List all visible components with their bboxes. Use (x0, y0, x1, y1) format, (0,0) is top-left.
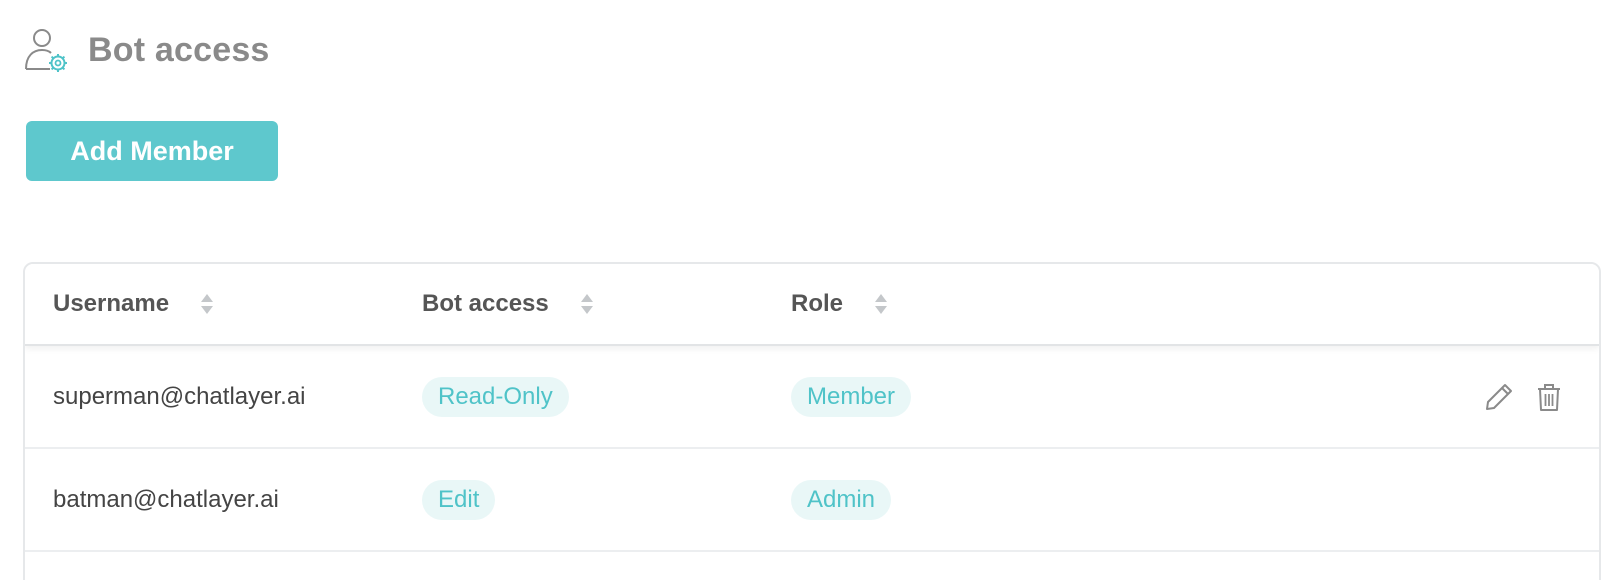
role-badge: Admin (791, 479, 892, 520)
column-label: Role (791, 290, 844, 317)
members-table: Username Bot access Role superman@chatla… (23, 262, 1601, 580)
sort-icon[interactable] (580, 294, 593, 314)
username-cell: superman@chatlayer.ai (53, 382, 306, 410)
add-member-button[interactable]: Add Member (26, 121, 278, 181)
bot-access-badge: Read-Only (422, 376, 569, 417)
table-header: Username Bot access Role (25, 264, 1599, 346)
role-cell: Admin (791, 449, 892, 550)
column-header-username[interactable]: Username (53, 264, 214, 344)
column-header-role[interactable]: Role (791, 264, 888, 344)
user-settings-icon (24, 27, 70, 73)
table-row[interactable]: batman@chatlayer.ai Edit Admin (25, 449, 1599, 552)
role-cell: Member (791, 346, 912, 447)
table-row[interactable]: superman@chatlayer.ai Read-Only Member (25, 346, 1599, 449)
sort-icon[interactable] (875, 294, 888, 314)
column-label: Bot access (422, 290, 549, 317)
column-header-bot-access[interactable]: Bot access (422, 264, 593, 344)
page-header: Bot access (24, 26, 270, 74)
column-label: Username (53, 290, 170, 317)
bot-access-cell: Edit (422, 449, 496, 550)
row-actions (1483, 346, 1565, 447)
edit-icon[interactable] (1483, 381, 1515, 413)
role-badge: Member (791, 376, 912, 417)
bot-access-badge: Edit (422, 479, 496, 520)
username-cell: batman@chatlayer.ai (53, 485, 279, 513)
bot-access-page: Bot access Add Member Username Bot acces… (0, 0, 1624, 580)
page-title: Bot access (88, 30, 270, 69)
trash-icon[interactable] (1533, 381, 1565, 413)
bot-access-cell: Read-Only (422, 346, 569, 447)
sort-icon[interactable] (201, 294, 214, 314)
